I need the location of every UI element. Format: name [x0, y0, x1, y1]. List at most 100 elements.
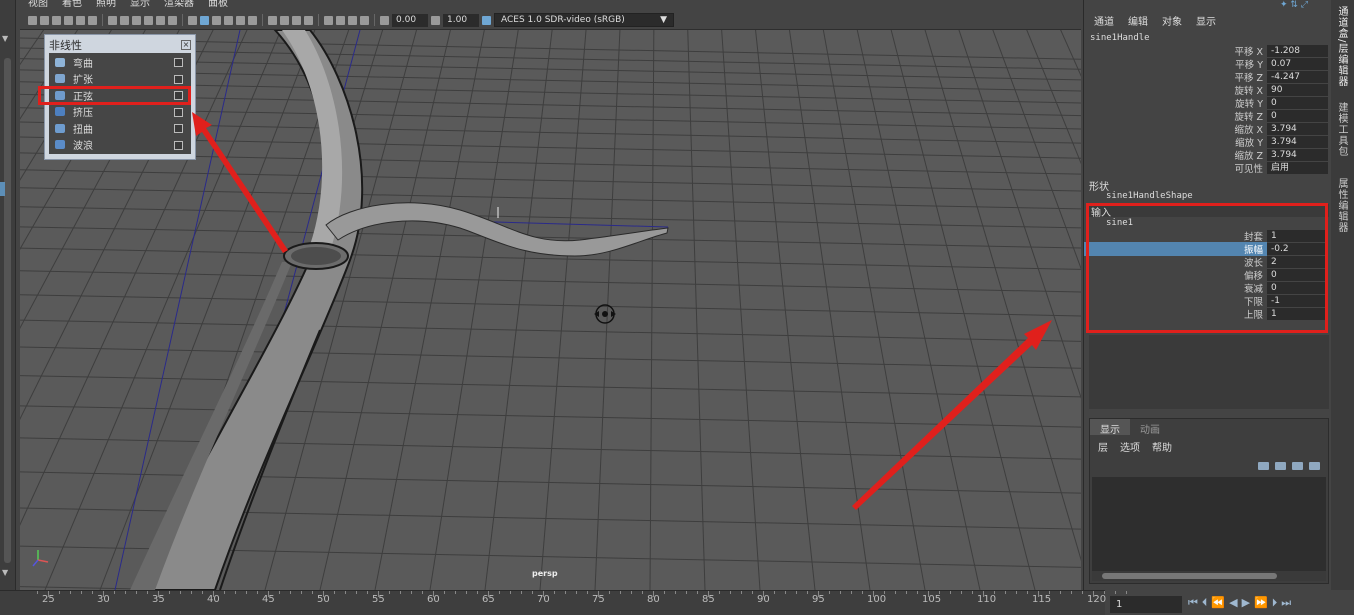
move-layer-up-icon[interactable] — [1258, 462, 1269, 470]
scroll-up-icon[interactable]: ▼ — [2, 34, 8, 43]
attr-value[interactable]: -1.208 — [1267, 44, 1328, 57]
current-frame-field[interactable]: 1 — [1110, 596, 1182, 613]
menu-lighting[interactable]: 照明 — [96, 0, 116, 11]
option-box-icon[interactable] — [174, 140, 183, 150]
motion-blur-icon[interactable] — [280, 15, 289, 25]
time-slider[interactable]: 25 30 35 40 45 50 55 60 65 70 75 80 85 90 95 100 105 110 1… — [0, 590, 1127, 615]
option-box-icon[interactable] — [174, 58, 183, 67]
textured-icon[interactable] — [224, 15, 233, 25]
menu-options[interactable]: 选项 — [1120, 439, 1140, 454]
step-back-frame-icon[interactable]: ⏪ — [1211, 597, 1225, 609]
attr-rotate-z[interactable]: 旋转 Z 0 — [1084, 109, 1332, 123]
exposure-field[interactable]: 0.00 — [392, 13, 428, 27]
isolate-select-icon[interactable] — [324, 15, 333, 25]
tab-modeling-toolkit[interactable]: 建模工具包 — [1335, 102, 1349, 157]
option-box-icon[interactable] — [174, 124, 183, 133]
move-layer-down-icon[interactable] — [1275, 462, 1286, 470]
xray-components-icon[interactable] — [360, 15, 369, 25]
sine-deformed-tube[interactable] — [325, 202, 669, 257]
option-box-icon[interactable] — [174, 107, 183, 117]
menu-help[interactable]: 帮助 — [1152, 439, 1172, 454]
deformer-item-flare[interactable]: 扩张 — [49, 71, 191, 88]
attr-value[interactable]: 3.794 — [1267, 148, 1328, 161]
bookmark-icon[interactable] — [52, 15, 61, 25]
grease-pencil-icon[interactable] — [88, 15, 97, 25]
attr-value[interactable]: 启用 — [1267, 161, 1328, 174]
step-forward-frame-icon[interactable]: ⏩ — [1254, 597, 1268, 609]
grid-icon[interactable] — [108, 15, 117, 25]
shadows-icon[interactable] — [248, 15, 257, 25]
attr-value[interactable]: 0 — [1267, 96, 1328, 109]
menu-shading[interactable]: 着色 — [62, 0, 82, 11]
tab-channel-box-layer-editor[interactable]: 通道盒/层编辑器 — [1335, 6, 1349, 87]
attr-scale-y[interactable]: 缩放 Y 3.794 — [1084, 135, 1332, 149]
camera-select-icon[interactable] — [28, 15, 37, 25]
xray-icon[interactable] — [336, 15, 345, 25]
menu-view[interactable]: 视图 — [28, 0, 48, 11]
wireframe-icon[interactable] — [188, 15, 197, 25]
attr-value[interactable]: 0.07 — [1267, 57, 1328, 70]
left-scrollbar[interactable] — [4, 58, 11, 563]
field-chart-icon[interactable] — [156, 15, 165, 25]
gamma-field[interactable]: 1.00 — [443, 13, 479, 27]
menu-layers[interactable]: 层 — [1098, 439, 1108, 454]
tab-display[interactable]: 显示 — [1090, 419, 1130, 436]
option-box-icon[interactable] — [174, 74, 183, 84]
menu-edit[interactable]: 编辑 — [1128, 13, 1148, 28]
scroll-down-icon[interactable]: ▼ — [2, 568, 8, 577]
tab-anim[interactable]: 动画 — [1130, 419, 1170, 436]
step-forward-key-icon[interactable]: ⏵ — [1272, 597, 1278, 609]
ambient-occlusion-icon[interactable] — [268, 15, 277, 25]
film-gate-icon[interactable] — [120, 15, 129, 25]
menu-renderer[interactable]: 渲染器 — [164, 0, 194, 11]
antialiasing-icon[interactable] — [292, 15, 301, 25]
xray-joints-icon[interactable] — [348, 15, 357, 25]
attr-value[interactable]: -4.247 — [1267, 70, 1328, 83]
deformer-item-squash[interactable]: 挤压 — [49, 104, 191, 121]
wireframe-on-shaded-icon[interactable] — [212, 15, 221, 25]
attr-value[interactable]: 3.794 — [1267, 122, 1328, 135]
attr-translate-z[interactable]: 平移 Z -4.247 — [1084, 70, 1332, 84]
scroll-thumb[interactable] — [1102, 573, 1277, 579]
step-back-key-icon[interactable]: ⏴ — [1202, 597, 1208, 609]
tab-attribute-editor[interactable]: 属性编辑器 — [1335, 178, 1349, 233]
attr-translate-y[interactable]: 平移 Y 0.07 — [1084, 57, 1332, 71]
color-management-icon[interactable] — [482, 15, 491, 25]
attr-scale-x[interactable]: 缩放 X 3.794 — [1084, 122, 1332, 136]
play-forward-icon[interactable]: ▶ — [1242, 597, 1250, 609]
deformer-item-wave[interactable]: 波浪 — [49, 137, 191, 154]
camera-lock-icon[interactable] — [40, 15, 49, 25]
play-backward-icon[interactable]: ◀ — [1229, 597, 1237, 609]
gate-mask-icon[interactable] — [144, 15, 153, 25]
menu-object[interactable]: 对象 — [1162, 13, 1182, 28]
attr-scale-z[interactable]: 缩放 Z 3.794 — [1084, 148, 1332, 162]
2d-pan-icon[interactable] — [76, 15, 85, 25]
go-to-end-icon[interactable]: ⏭ — [1281, 597, 1291, 609]
attr-value[interactable]: 90 — [1267, 83, 1328, 96]
deformer-item-bend[interactable]: 弯曲 — [49, 54, 191, 71]
menu-channels[interactable]: 通道 — [1094, 13, 1114, 28]
resolution-gate-icon[interactable] — [132, 15, 141, 25]
node-name[interactable]: sine1Handle — [1090, 33, 1150, 43]
attr-rotate-x[interactable]: 旋转 X 90 — [1084, 83, 1332, 97]
deformer-item-twist[interactable]: 扭曲 — [49, 120, 191, 137]
shape-node-name[interactable]: sine1HandleShape — [1106, 191, 1193, 201]
layer-horizontal-scrollbar[interactable] — [1092, 571, 1326, 581]
exposure-icon[interactable] — [380, 15, 389, 25]
attr-visibility[interactable]: 可见性 启用 — [1084, 161, 1332, 175]
attr-value[interactable]: 0 — [1267, 109, 1328, 122]
layer-list[interactable] — [1092, 477, 1326, 571]
new-layer-selected-icon[interactable] — [1309, 462, 1320, 470]
panel-top-icons[interactable]: ✦ ⇅ ⤢ — [1280, 0, 1308, 10]
close-icon[interactable]: × — [181, 40, 191, 50]
attr-translate-x[interactable]: 平移 X -1.208 — [1084, 44, 1332, 58]
new-empty-layer-icon[interactable] — [1292, 462, 1303, 470]
attr-value[interactable]: 3.794 — [1267, 135, 1328, 148]
gamma-icon[interactable] — [431, 15, 440, 25]
menu-show[interactable]: 显示 — [1196, 13, 1216, 28]
menu-show[interactable]: 显示 — [130, 0, 150, 11]
smooth-shade-icon[interactable] — [200, 15, 209, 25]
color-space-dropdown[interactable]: ACES 1.0 SDR-video (sRGB) ▼ — [494, 13, 674, 27]
safe-action-icon[interactable] — [168, 15, 177, 25]
go-to-start-icon[interactable]: ⏮ — [1188, 597, 1198, 609]
